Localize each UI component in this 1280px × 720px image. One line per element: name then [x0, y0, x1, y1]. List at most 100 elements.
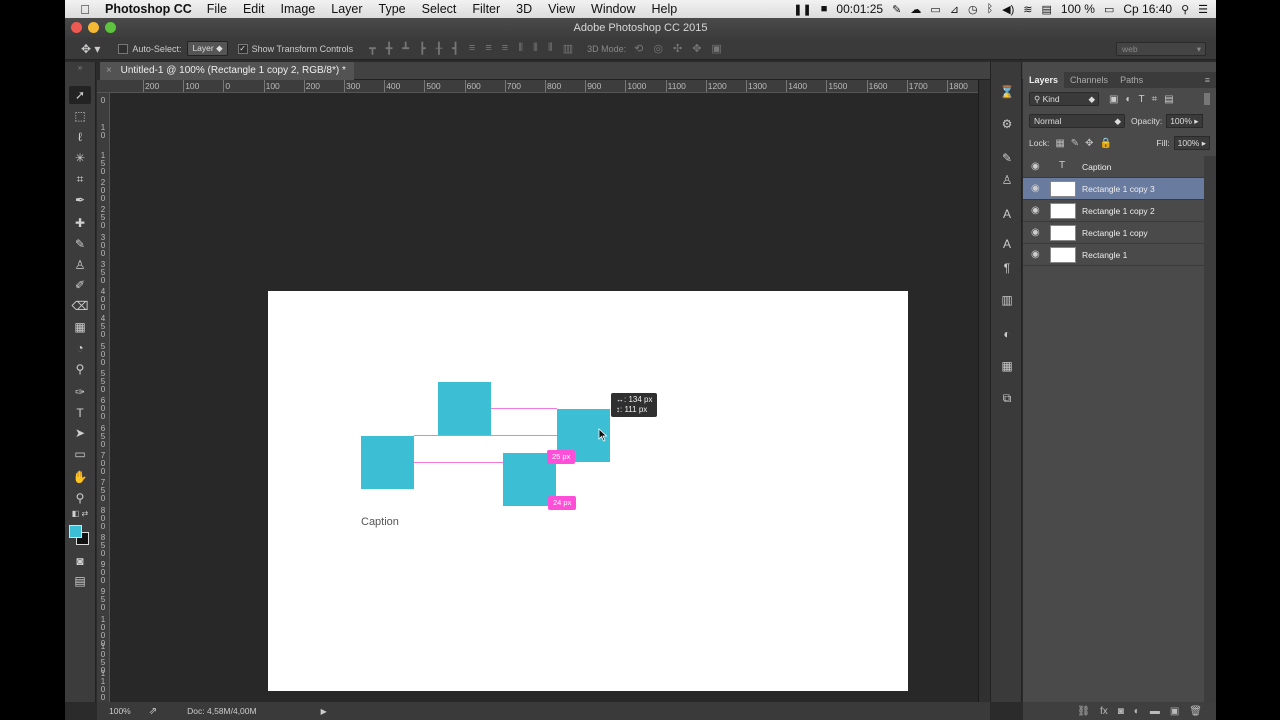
canvas-vertical-scrollbar[interactable] [978, 80, 990, 702]
auto-align-icon[interactable]: ▥ [563, 42, 573, 55]
menu-layer[interactable]: Layer [331, 2, 362, 16]
3d-rotate-icon[interactable]: ⟲ [634, 42, 643, 55]
lock-icons[interactable]: ▦✎✥🔒 [1055, 138, 1118, 149]
brush-tool-icon[interactable]: ✎ [69, 235, 91, 253]
display-icon[interactable]: ▭ [930, 3, 940, 16]
link-layers-icon[interactable]: ⛓ [1077, 706, 1090, 717]
layer-row-rectangle-1-copy-2[interactable]: ◉ Rectangle 1 copy 2 [1023, 200, 1204, 222]
layer-row-rectangle-1-copy-3[interactable]: ◉ Rectangle 1 copy 3 [1023, 178, 1204, 200]
move-tool-icon[interactable]: ➚ [69, 86, 91, 104]
menu-image[interactable]: Image [281, 2, 316, 16]
clone-source-icon[interactable]: ♙ [997, 170, 1017, 190]
volume-icon[interactable]: ◀) [1002, 3, 1014, 16]
collapse-tools-icon[interactable]: » [69, 64, 91, 72]
glyphs-icon[interactable]: A [997, 204, 1017, 224]
3d-slide-icon[interactable]: ✥ [692, 42, 701, 55]
blur-tool-icon[interactable]: ◔ [69, 339, 91, 357]
marquee-tool-icon[interactable]: ⬚ [69, 107, 91, 125]
blend-mode-dropdown[interactable]: Normal ◆ [1029, 114, 1125, 128]
crop-tool-icon[interactable]: ⌗ [69, 170, 91, 188]
quick-mask-icon[interactable]: ◙ [69, 552, 91, 570]
battery-status[interactable]: 100 % [1061, 2, 1095, 16]
workspace-switcher[interactable]: web ▾ [1116, 42, 1206, 56]
cloud-icon[interactable]: ☁ [910, 3, 921, 16]
canvas-area[interactable]: 25 px 24 px ↔: 134 px ↕: 111 px Caption [110, 93, 978, 702]
hand-tool-icon[interactable]: ✋ [69, 468, 91, 486]
zoom-tool-icon[interactable]: ⚲ [69, 489, 91, 507]
clone-stamp-icon[interactable]: ♙ [69, 256, 91, 274]
layer-style-icon[interactable]: fx [1100, 706, 1108, 717]
align-right-icon[interactable]: ┫ [452, 42, 459, 55]
menu-filter[interactable]: Filter [472, 2, 500, 16]
gradient-tool-icon[interactable]: ▦ [69, 318, 91, 336]
visibility-eye-icon[interactable]: ◉ [1031, 249, 1040, 260]
filter-type-icons[interactable]: ▣◐T⌗▤ [1109, 94, 1181, 105]
rectangle-1-copy[interactable] [438, 382, 491, 435]
properties-panel-icon[interactable]: ⚙ [997, 114, 1017, 134]
swatches-panel-icon[interactable]: ▥ [997, 290, 1017, 310]
magic-wand-icon[interactable]: ✳ [69, 149, 91, 167]
notification-center-icon[interactable]: ☰ [1198, 3, 1208, 16]
fill-input[interactable]: 100% ▸ [1173, 136, 1210, 150]
auto-select-dropdown[interactable]: Layer ◆ [187, 41, 228, 56]
menu-help[interactable]: Help [652, 2, 678, 16]
auto-select-checkbox[interactable] [118, 43, 129, 54]
apple-icon[interactable]:  [65, 2, 105, 17]
menu-view[interactable]: View [548, 2, 575, 16]
libraries-panel-icon[interactable]: ⧉ [997, 388, 1017, 408]
export-icon[interactable]: ⇗ [149, 706, 157, 717]
new-layer-icon[interactable]: ▣ [1170, 706, 1179, 717]
align-bottom-icon[interactable]: ┻ [402, 42, 409, 55]
close-window-button[interactable] [71, 22, 82, 33]
layer-name[interactable]: Rectangle 1 copy [1082, 228, 1148, 238]
character-panel-icon[interactable]: A [997, 234, 1017, 254]
layer-row-rectangle-1-copy[interactable]: ◉ Rectangle 1 copy [1023, 222, 1204, 244]
vertical-ruler[interactable]: 01 01 5 02 0 02 5 03 0 03 5 04 0 04 5 05… [97, 93, 110, 703]
distribute-top-icon[interactable]: ≡ [469, 42, 475, 55]
eraser-tool-icon[interactable]: ⌫ [69, 297, 91, 315]
flag-icon[interactable]: ▤ [1042, 3, 1052, 16]
layer-name[interactable]: Rectangle 1 copy 2 [1082, 206, 1155, 216]
clock[interactable]: Ср 16:40 [1123, 2, 1172, 16]
zoom-level[interactable]: 100% [109, 706, 131, 716]
pen-tool-icon[interactable]: ✑ [69, 383, 91, 401]
menu-type[interactable]: Type [379, 2, 406, 16]
align-top-icon[interactable]: ┳ [369, 42, 376, 55]
foreground-color-swatch[interactable] [69, 525, 82, 538]
doc-size[interactable]: Doc: 4,58M/4,00M [187, 706, 256, 716]
wifi-icon[interactable]: ≋ [1023, 3, 1032, 16]
move-tool-preset-icon[interactable]: ✥ ▾ [81, 42, 100, 56]
visibility-eye-icon[interactable]: ◉ [1031, 161, 1040, 172]
distribute-left-icon[interactable]: ⦀ [518, 42, 523, 55]
adjustment-layer-icon[interactable]: ◐ [1134, 706, 1140, 717]
adjustments-panel-icon[interactable]: ◐ [997, 324, 1017, 344]
bluetooth-icon[interactable]: ᛒ [987, 3, 994, 15]
add-mask-icon[interactable]: ◙ [1118, 706, 1124, 717]
visibility-eye-icon[interactable]: ◉ [1031, 227, 1040, 238]
stop-icon[interactable]: ■ [821, 3, 828, 15]
caption-text[interactable]: Caption [361, 516, 399, 528]
styles-panel-icon[interactable]: ▦ [997, 356, 1017, 376]
app-menu[interactable]: Photoshop CC [105, 2, 192, 16]
visibility-eye-icon[interactable]: ◉ [1031, 205, 1040, 216]
minimize-window-button[interactable] [88, 22, 99, 33]
3d-roll-icon[interactable]: ◎ [653, 42, 663, 55]
panel-menu-icon[interactable]: ≡ [1205, 72, 1210, 88]
rectangle-tool-icon[interactable]: ▭ [69, 445, 91, 463]
swap-colors-icon[interactable]: ◧ ⇄ [69, 509, 91, 519]
type-tool-icon[interactable]: T [69, 404, 91, 422]
new-group-icon[interactable]: ▬ [1150, 706, 1160, 717]
document-tab[interactable]: × Untitled-1 @ 100% (Rectangle 1 copy 2,… [100, 62, 354, 80]
zoom-window-button[interactable] [105, 22, 116, 33]
tab-channels[interactable]: Channels [1064, 72, 1114, 88]
menu-window[interactable]: Window [591, 2, 635, 16]
paragraph-panel-icon[interactable]: ¶ [997, 258, 1017, 278]
tab-layers[interactable]: Layers [1023, 72, 1065, 88]
3d-drag-icon[interactable]: ✣ [673, 42, 682, 55]
history-brush-icon[interactable]: ✐ [69, 276, 91, 294]
menu-3d[interactable]: 3D [516, 2, 532, 16]
healing-brush-icon[interactable]: ✚ [69, 214, 91, 232]
layer-name[interactable]: Rectangle 1 copy 3 [1082, 184, 1155, 194]
path-selection-icon[interactable]: ➤ [69, 424, 91, 442]
horizontal-ruler[interactable]: 200 100 0 100 200 300 400 500 600 700 800 900 1000 11… [97, 80, 1009, 93]
